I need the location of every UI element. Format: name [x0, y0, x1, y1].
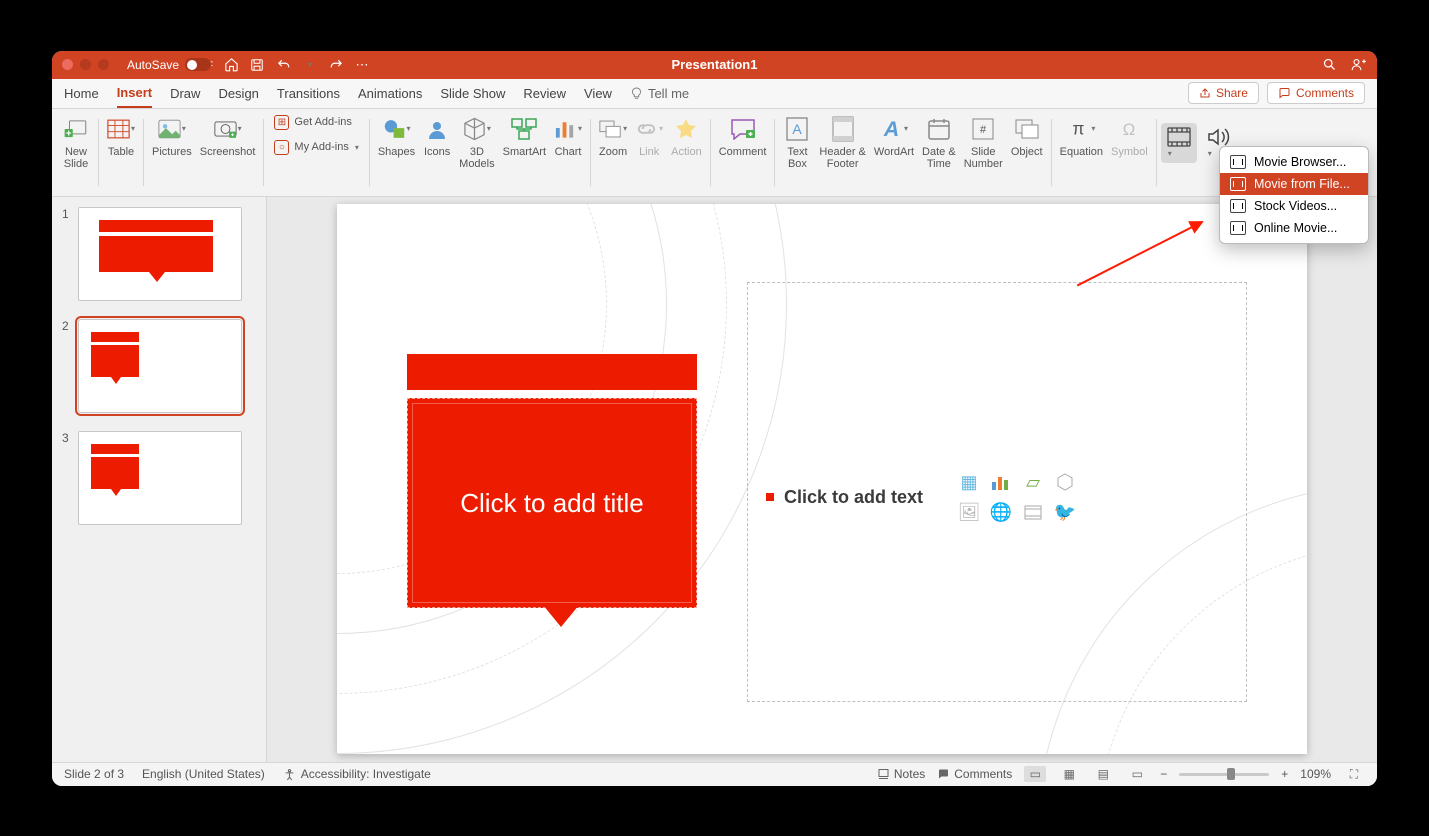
- video-dropdown-menu: Movie Browser... Movie from File... Stoc…: [1219, 146, 1369, 244]
- status-bar: Slide 2 of 3 English (United States) Acc…: [52, 762, 1377, 786]
- tab-slideshow[interactable]: Slide Show: [440, 80, 505, 107]
- zoom-in-button[interactable]: +: [1281, 767, 1288, 781]
- insert-picture-icon: 🖼: [955, 499, 983, 525]
- pictures-button[interactable]: ▾ Pictures: [148, 113, 196, 192]
- object-button[interactable]: Object: [1007, 113, 1047, 192]
- comments-button[interactable]: Comments: [1267, 82, 1365, 104]
- comments-toggle[interactable]: Comments: [937, 767, 1012, 781]
- zoom-slider[interactable]: [1179, 773, 1269, 776]
- shapes-button[interactable]: ▾ Shapes: [374, 113, 419, 192]
- smartart-button[interactable]: SmartArt: [499, 113, 550, 192]
- video-button[interactable]: ▾: [1161, 123, 1197, 163]
- thumbnail-1[interactable]: 1: [62, 207, 256, 301]
- insert-smartart-icon: ▱: [1019, 469, 1047, 495]
- more-icon[interactable]: ⋯: [354, 57, 370, 73]
- zoom-level[interactable]: 109%: [1300, 767, 1331, 781]
- chart-button[interactable]: ▾ Chart: [550, 113, 586, 192]
- thumbnail-2[interactable]: 2: [62, 319, 256, 413]
- screenshot-button[interactable]: ▾ Screenshot: [196, 113, 260, 192]
- header-footer-button[interactable]: Header & Footer: [815, 113, 869, 192]
- autosave-toggle[interactable]: AutoSave OFF: [127, 58, 213, 72]
- content-type-icons[interactable]: ▦ ▱ 🖼 🌐: [955, 469, 1079, 525]
- svg-text:#: #: [980, 124, 987, 136]
- my-addins-button[interactable]: ○My Add-ins▾: [268, 138, 364, 157]
- search-icon[interactable]: [1321, 57, 1337, 73]
- titlebar: AutoSave OFF ▾ ⋯ Presentation1: [52, 51, 1377, 79]
- insert-online-picture-icon: 🌐: [987, 499, 1015, 525]
- content-placeholder[interactable]: Click to add text ▦ ▱ 🖼 🌐: [747, 282, 1247, 702]
- insert-chart-icon: [987, 469, 1015, 495]
- thumbnail-3[interactable]: 3: [62, 431, 256, 525]
- redo-icon[interactable]: [328, 57, 344, 73]
- tab-transitions[interactable]: Transitions: [277, 80, 340, 107]
- autosave-label: AutoSave: [127, 58, 179, 72]
- svg-text:Ω: Ω: [1123, 120, 1136, 139]
- menu-movie-browser[interactable]: Movie Browser...: [1220, 151, 1368, 173]
- tab-insert[interactable]: Insert: [117, 79, 152, 108]
- language-indicator[interactable]: English (United States): [142, 767, 265, 781]
- new-slide-button[interactable]: New Slide: [58, 113, 94, 192]
- window-controls[interactable]: [62, 59, 109, 70]
- action-button: Action: [667, 113, 706, 192]
- save-icon[interactable]: [249, 57, 265, 73]
- get-addins-button[interactable]: ⊞Get Add-ins: [268, 113, 364, 132]
- zoom-button[interactable]: ▾ Zoom: [595, 113, 631, 192]
- fit-to-window-icon[interactable]: ⛶: [1343, 766, 1365, 782]
- insert-3d-icon: [1051, 469, 1079, 495]
- symbol-button: Ω Symbol: [1107, 113, 1152, 192]
- svg-text:A: A: [883, 118, 899, 141]
- ribbon-tabs: Home Insert Draw Design Transitions Anim…: [52, 79, 1377, 109]
- tab-draw[interactable]: Draw: [170, 80, 200, 107]
- tab-review[interactable]: Review: [523, 80, 566, 107]
- svg-text:A: A: [793, 121, 803, 137]
- home-icon[interactable]: [223, 57, 239, 73]
- ribbon: New Slide ▾ Table ▾ Pictures ▾ Screensho…: [52, 109, 1377, 197]
- textbox-button[interactable]: A Text Box: [779, 113, 815, 192]
- slide-counter[interactable]: Slide 2 of 3: [64, 767, 124, 781]
- menu-online-movie[interactable]: Online Movie...: [1220, 217, 1368, 239]
- svg-text:π: π: [1073, 118, 1085, 138]
- accessibility-checker[interactable]: Accessibility: Investigate: [283, 767, 431, 781]
- zoom-out-button[interactable]: −: [1160, 767, 1167, 781]
- notes-toggle[interactable]: Notes: [877, 767, 925, 781]
- tab-design[interactable]: Design: [218, 80, 258, 107]
- date-time-button[interactable]: Date & Time: [918, 113, 960, 192]
- slide-number-button[interactable]: # Slide Number: [960, 113, 1007, 192]
- icons-button[interactable]: Icons: [419, 113, 455, 192]
- bullet-icon: [766, 493, 774, 501]
- tell-me[interactable]: Tell me: [630, 86, 689, 101]
- tab-home[interactable]: Home: [64, 80, 99, 107]
- slide-thumbnails-panel: 1 2 3: [52, 197, 267, 762]
- account-icon[interactable]: [1351, 57, 1367, 73]
- undo-icon[interactable]: [275, 57, 291, 73]
- 3d-models-button[interactable]: ▾ 3D Models: [455, 113, 498, 192]
- wordart-button[interactable]: A▾ WordArt: [870, 113, 918, 192]
- insert-icon-icon: 🐦: [1051, 499, 1079, 525]
- tab-animations[interactable]: Animations: [358, 80, 422, 107]
- view-normal-icon[interactable]: ▭: [1024, 766, 1046, 782]
- undo-dropdown-icon[interactable]: ▾: [302, 57, 318, 73]
- document-title: Presentation1: [672, 57, 758, 72]
- equation-button[interactable]: π▾ Equation: [1056, 113, 1107, 192]
- view-sorter-icon[interactable]: ▦: [1058, 766, 1080, 782]
- comment-button[interactable]: Comment: [715, 113, 771, 192]
- link-button: ▾ Link: [631, 113, 667, 192]
- table-button[interactable]: ▾ Table: [103, 113, 139, 192]
- menu-stock-videos[interactable]: Stock Videos...: [1220, 195, 1368, 217]
- tab-view[interactable]: View: [584, 80, 612, 107]
- title-placeholder[interactable]: Click to add title: [407, 354, 697, 608]
- menu-movie-from-file[interactable]: Movie from File...: [1220, 173, 1368, 195]
- share-button[interactable]: Share: [1188, 82, 1259, 104]
- insert-video-icon: [1019, 499, 1047, 525]
- slide-canvas[interactable]: Click to add title Click to add text ▦ ▱: [267, 197, 1377, 762]
- view-slideshow-icon[interactable]: ▭: [1126, 766, 1148, 782]
- insert-table-icon: ▦: [955, 469, 983, 495]
- view-reading-icon[interactable]: ▤: [1092, 766, 1114, 782]
